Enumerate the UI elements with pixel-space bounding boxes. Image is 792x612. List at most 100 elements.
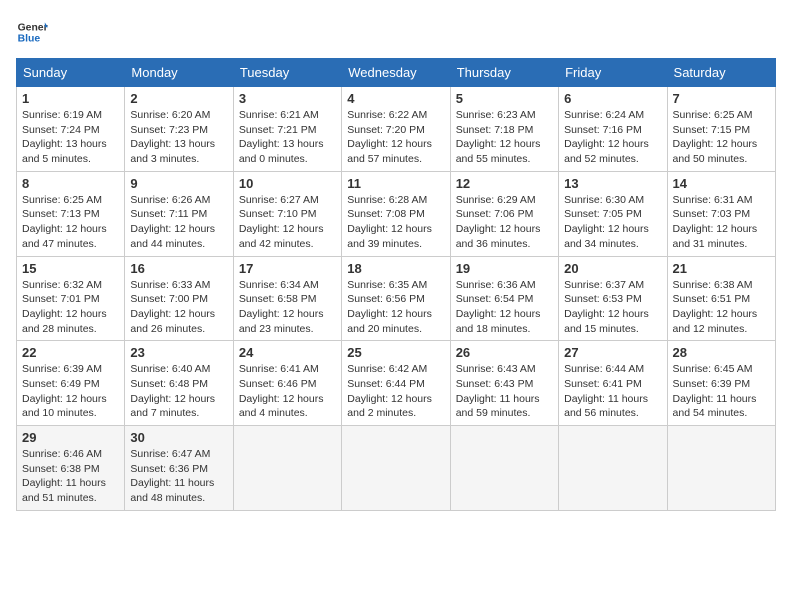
day-number: 1 (22, 91, 119, 106)
calendar-day-cell: 18 Sunrise: 6:35 AMSunset: 6:56 PMDaylig… (342, 256, 450, 341)
day-info: Sunrise: 6:35 AMSunset: 6:56 PMDaylight:… (347, 279, 432, 335)
calendar-day-cell: 12 Sunrise: 6:29 AMSunset: 7:06 PMDaylig… (450, 171, 558, 256)
calendar-day-cell: 29 Sunrise: 6:46 AMSunset: 6:38 PMDaylig… (17, 426, 125, 511)
day-info: Sunrise: 6:22 AMSunset: 7:20 PMDaylight:… (347, 109, 432, 165)
day-info: Sunrise: 6:44 AMSunset: 6:41 PMDaylight:… (564, 363, 648, 419)
day-number: 26 (456, 345, 553, 360)
day-number: 14 (673, 176, 770, 191)
day-number: 21 (673, 261, 770, 276)
calendar-day-cell: 26 Sunrise: 6:43 AMSunset: 6:43 PMDaylig… (450, 341, 558, 426)
calendar-day-cell (450, 426, 558, 511)
weekday-header-monday: Monday (125, 59, 233, 87)
calendar-day-cell: 6 Sunrise: 6:24 AMSunset: 7:16 PMDayligh… (559, 87, 667, 172)
day-number: 29 (22, 430, 119, 445)
calendar-day-cell: 1 Sunrise: 6:19 AMSunset: 7:24 PMDayligh… (17, 87, 125, 172)
day-number: 8 (22, 176, 119, 191)
logo: General Blue (16, 16, 48, 48)
day-info: Sunrise: 6:30 AMSunset: 7:05 PMDaylight:… (564, 194, 649, 250)
calendar-day-cell: 21 Sunrise: 6:38 AMSunset: 6:51 PMDaylig… (667, 256, 775, 341)
day-number: 27 (564, 345, 661, 360)
day-number: 6 (564, 91, 661, 106)
day-info: Sunrise: 6:29 AMSunset: 7:06 PMDaylight:… (456, 194, 541, 250)
calendar-day-cell: 16 Sunrise: 6:33 AMSunset: 7:00 PMDaylig… (125, 256, 233, 341)
day-number: 16 (130, 261, 227, 276)
day-number: 11 (347, 176, 444, 191)
calendar-day-cell: 4 Sunrise: 6:22 AMSunset: 7:20 PMDayligh… (342, 87, 450, 172)
day-number: 22 (22, 345, 119, 360)
weekday-header-wednesday: Wednesday (342, 59, 450, 87)
calendar-day-cell: 5 Sunrise: 6:23 AMSunset: 7:18 PMDayligh… (450, 87, 558, 172)
calendar-day-cell: 24 Sunrise: 6:41 AMSunset: 6:46 PMDaylig… (233, 341, 341, 426)
day-info: Sunrise: 6:45 AMSunset: 6:39 PMDaylight:… (673, 363, 757, 419)
calendar-day-cell: 27 Sunrise: 6:44 AMSunset: 6:41 PMDaylig… (559, 341, 667, 426)
day-info: Sunrise: 6:36 AMSunset: 6:54 PMDaylight:… (456, 279, 541, 335)
day-number: 9 (130, 176, 227, 191)
calendar-body: 1 Sunrise: 6:19 AMSunset: 7:24 PMDayligh… (17, 87, 776, 511)
day-number: 7 (673, 91, 770, 106)
day-number: 2 (130, 91, 227, 106)
calendar-table: SundayMondayTuesdayWednesdayThursdayFrid… (16, 58, 776, 511)
calendar-week-row: 15 Sunrise: 6:32 AMSunset: 7:01 PMDaylig… (17, 256, 776, 341)
header: General Blue (16, 16, 776, 48)
day-number: 20 (564, 261, 661, 276)
day-info: Sunrise: 6:33 AMSunset: 7:00 PMDaylight:… (130, 279, 215, 335)
calendar-day-cell: 10 Sunrise: 6:27 AMSunset: 7:10 PMDaylig… (233, 171, 341, 256)
calendar-week-row: 8 Sunrise: 6:25 AMSunset: 7:13 PMDayligh… (17, 171, 776, 256)
calendar-week-row: 22 Sunrise: 6:39 AMSunset: 6:49 PMDaylig… (17, 341, 776, 426)
day-info: Sunrise: 6:24 AMSunset: 7:16 PMDaylight:… (564, 109, 649, 165)
day-info: Sunrise: 6:21 AMSunset: 7:21 PMDaylight:… (239, 109, 324, 165)
day-info: Sunrise: 6:23 AMSunset: 7:18 PMDaylight:… (456, 109, 541, 165)
day-number: 3 (239, 91, 336, 106)
calendar-day-cell: 28 Sunrise: 6:45 AMSunset: 6:39 PMDaylig… (667, 341, 775, 426)
day-info: Sunrise: 6:25 AMSunset: 7:15 PMDaylight:… (673, 109, 758, 165)
day-number: 28 (673, 345, 770, 360)
calendar-day-cell: 13 Sunrise: 6:30 AMSunset: 7:05 PMDaylig… (559, 171, 667, 256)
calendar-day-cell: 8 Sunrise: 6:25 AMSunset: 7:13 PMDayligh… (17, 171, 125, 256)
day-number: 24 (239, 345, 336, 360)
calendar-day-cell: 30 Sunrise: 6:47 AMSunset: 6:36 PMDaylig… (125, 426, 233, 511)
day-info: Sunrise: 6:27 AMSunset: 7:10 PMDaylight:… (239, 194, 324, 250)
weekday-header-thursday: Thursday (450, 59, 558, 87)
calendar-day-cell: 20 Sunrise: 6:37 AMSunset: 6:53 PMDaylig… (559, 256, 667, 341)
weekday-header-row: SundayMondayTuesdayWednesdayThursdayFrid… (17, 59, 776, 87)
day-number: 13 (564, 176, 661, 191)
day-info: Sunrise: 6:20 AMSunset: 7:23 PMDaylight:… (130, 109, 215, 165)
day-info: Sunrise: 6:25 AMSunset: 7:13 PMDaylight:… (22, 194, 107, 250)
calendar-week-row: 29 Sunrise: 6:46 AMSunset: 6:38 PMDaylig… (17, 426, 776, 511)
day-info: Sunrise: 6:39 AMSunset: 6:49 PMDaylight:… (22, 363, 107, 419)
weekday-header-sunday: Sunday (17, 59, 125, 87)
day-info: Sunrise: 6:34 AMSunset: 6:58 PMDaylight:… (239, 279, 324, 335)
logo-icon: General Blue (16, 16, 48, 48)
day-number: 10 (239, 176, 336, 191)
calendar-day-cell: 14 Sunrise: 6:31 AMSunset: 7:03 PMDaylig… (667, 171, 775, 256)
day-info: Sunrise: 6:26 AMSunset: 7:11 PMDaylight:… (130, 194, 215, 250)
day-info: Sunrise: 6:40 AMSunset: 6:48 PMDaylight:… (130, 363, 215, 419)
calendar-day-cell (233, 426, 341, 511)
calendar-week-row: 1 Sunrise: 6:19 AMSunset: 7:24 PMDayligh… (17, 87, 776, 172)
calendar-day-cell: 23 Sunrise: 6:40 AMSunset: 6:48 PMDaylig… (125, 341, 233, 426)
calendar-day-cell: 22 Sunrise: 6:39 AMSunset: 6:49 PMDaylig… (17, 341, 125, 426)
day-number: 23 (130, 345, 227, 360)
day-info: Sunrise: 6:41 AMSunset: 6:46 PMDaylight:… (239, 363, 324, 419)
calendar-day-cell: 9 Sunrise: 6:26 AMSunset: 7:11 PMDayligh… (125, 171, 233, 256)
day-info: Sunrise: 6:38 AMSunset: 6:51 PMDaylight:… (673, 279, 758, 335)
calendar-day-cell: 7 Sunrise: 6:25 AMSunset: 7:15 PMDayligh… (667, 87, 775, 172)
day-info: Sunrise: 6:43 AMSunset: 6:43 PMDaylight:… (456, 363, 540, 419)
day-number: 12 (456, 176, 553, 191)
day-number: 25 (347, 345, 444, 360)
svg-text:Blue: Blue (18, 34, 41, 45)
day-info: Sunrise: 6:47 AMSunset: 6:36 PMDaylight:… (130, 448, 214, 504)
calendar-day-cell: 3 Sunrise: 6:21 AMSunset: 7:21 PMDayligh… (233, 87, 341, 172)
day-number: 5 (456, 91, 553, 106)
day-info: Sunrise: 6:28 AMSunset: 7:08 PMDaylight:… (347, 194, 432, 250)
day-number: 4 (347, 91, 444, 106)
day-info: Sunrise: 6:19 AMSunset: 7:24 PMDaylight:… (22, 109, 107, 165)
calendar-day-cell: 15 Sunrise: 6:32 AMSunset: 7:01 PMDaylig… (17, 256, 125, 341)
day-info: Sunrise: 6:32 AMSunset: 7:01 PMDaylight:… (22, 279, 107, 335)
svg-text:General: General (18, 22, 48, 33)
calendar-day-cell (342, 426, 450, 511)
calendar-day-cell (667, 426, 775, 511)
day-number: 19 (456, 261, 553, 276)
day-info: Sunrise: 6:37 AMSunset: 6:53 PMDaylight:… (564, 279, 649, 335)
calendar-day-cell: 25 Sunrise: 6:42 AMSunset: 6:44 PMDaylig… (342, 341, 450, 426)
